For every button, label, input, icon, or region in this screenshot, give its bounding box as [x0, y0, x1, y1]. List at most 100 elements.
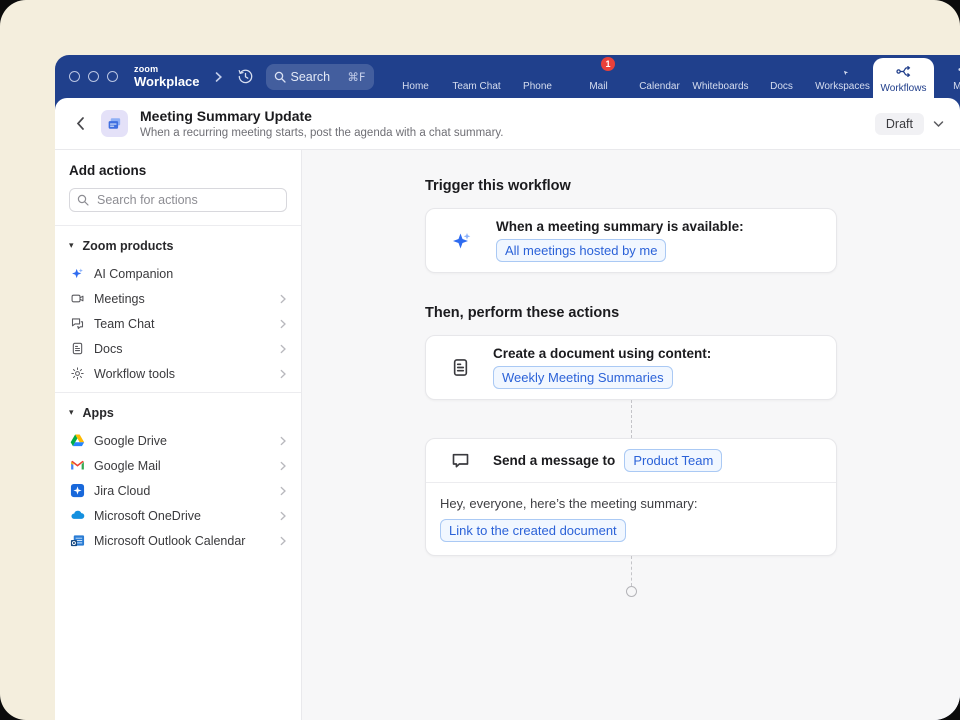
nav-team-chat[interactable]: Team Chat — [446, 55, 507, 98]
caret-down-icon: ▾ — [69, 241, 74, 251]
action-title: Create a document using content: — [493, 346, 711, 361]
item-label: Microsoft OneDrive — [94, 509, 201, 523]
screen: zoom Workplace Search ⌘F — [0, 0, 960, 720]
page-subtitle: When a recurring meeting starts, post th… — [140, 127, 504, 139]
window-dot[interactable] — [69, 71, 80, 82]
zoom-workplace-logo: zoom Workplace — [134, 65, 200, 88]
item-label: Meetings — [94, 292, 145, 306]
nav-label: Mail — [589, 81, 607, 92]
calendar-icon — [651, 61, 668, 78]
nav-whiteboards[interactable]: Whiteboards — [690, 55, 751, 98]
recipient-pill[interactable]: Product Team — [624, 449, 722, 472]
nav-label: Workspaces — [815, 81, 870, 92]
top-bar: zoom Workplace Search ⌘F — [55, 55, 960, 98]
window-dot[interactable] — [107, 71, 118, 82]
search-label: Search — [291, 70, 331, 84]
chevron-right-icon — [279, 294, 287, 304]
app-window: zoom Workplace Search ⌘F — [55, 55, 960, 720]
message-icon — [450, 450, 471, 471]
item-label: Microsoft Outlook Calendar — [94, 534, 245, 548]
sidebar-item-jira-cloud[interactable]: Jira Cloud — [55, 478, 301, 503]
section-zoom-products[interactable]: ▾ Zoom products — [55, 226, 301, 261]
chevron-right-icon — [279, 536, 287, 546]
action-card-send-message[interactable]: Send a message to Product Team Hey, ever… — [425, 438, 837, 556]
chevron-down-icon[interactable] — [933, 120, 944, 128]
nav-more[interactable]: More — [934, 55, 960, 98]
window-dot[interactable] — [88, 71, 99, 82]
nav-workspaces[interactable]: Workspaces — [812, 55, 873, 98]
onedrive-icon — [69, 508, 85, 523]
chevron-right-icon — [279, 486, 287, 496]
back-button[interactable] — [75, 116, 85, 131]
actions-heading: Then, perform these actions — [425, 305, 837, 321]
workflow-canvas: Trigger this workflow When a meeting sum… — [302, 150, 960, 720]
sidebar-item-google-mail[interactable]: Google Mail — [55, 453, 301, 478]
trigger-title: When a meeting summary is available: — [496, 219, 744, 234]
logo-zoom: zoom — [134, 65, 200, 74]
section-label: Apps — [83, 406, 114, 420]
sidebar-item-docs[interactable]: Docs — [55, 336, 301, 361]
google-mail-icon — [69, 458, 85, 473]
nav-phone[interactable]: Phone — [507, 55, 568, 98]
window-controls[interactable] — [69, 71, 118, 82]
chevron-right-icon — [279, 461, 287, 471]
sidebar-item-microsoft-outlook-calendar[interactable]: Microsoft Outlook Calendar — [55, 528, 301, 553]
sidebar-item-ai-companion[interactable]: AI Companion — [55, 261, 301, 286]
workflow-titles: Meeting Summary Update When a recurring … — [140, 108, 504, 139]
document-link-pill[interactable]: Link to the created document — [440, 519, 626, 542]
document-content-pill[interactable]: Weekly Meeting Summaries — [493, 366, 673, 389]
action-card-create-document[interactable]: Create a document using content: Weekly … — [425, 335, 837, 400]
workspaces-icon — [834, 61, 851, 78]
workflow-content: Trigger this workflow When a meeting sum… — [425, 178, 837, 597]
item-label: Workflow tools — [94, 367, 175, 381]
global-search[interactable]: Search ⌘F — [266, 64, 374, 90]
nav-mail[interactable]: 1 Mail — [568, 55, 629, 98]
nav-home[interactable]: Home — [385, 55, 446, 98]
chevron-right-icon — [279, 511, 287, 521]
workflows-icon — [895, 63, 912, 80]
docs-icon — [69, 341, 85, 356]
sidebar-item-workflow-tools[interactable]: Workflow tools — [55, 361, 301, 386]
actions-search[interactable] — [69, 188, 287, 212]
google-drive-icon — [69, 433, 85, 448]
trigger-scope-pill[interactable]: All meetings hosted by me — [496, 239, 666, 262]
sidebar-title: Add actions — [69, 163, 287, 178]
item-label: Team Chat — [94, 317, 154, 331]
sidebar-item-team-chat[interactable]: Team Chat — [55, 311, 301, 336]
trigger-card[interactable]: When a meeting summary is available: All… — [425, 208, 837, 273]
nav-label: Docs — [770, 81, 793, 92]
search-shortcut: ⌘F — [347, 70, 365, 84]
sidebar-item-google-drive[interactable]: Google Drive — [55, 428, 301, 453]
search-input[interactable] — [95, 192, 279, 208]
message-body[interactable]: Hey, everyone, here’s the meeting summar… — [426, 483, 836, 555]
nav-calendar[interactable]: Calendar — [629, 55, 690, 98]
nav-label: More — [953, 81, 960, 92]
top-bar-left: zoom Workplace Search ⌘F — [55, 55, 385, 98]
item-label: Docs — [94, 342, 122, 356]
nav-workflows[interactable]: Workflows — [873, 58, 934, 98]
chevron-right-icon — [279, 436, 287, 446]
chevron-left-icon — [75, 116, 85, 131]
logo-workplace: Workplace — [134, 75, 200, 88]
nav-label: Calendar — [639, 81, 680, 92]
item-label: Google Mail — [94, 459, 161, 473]
history-icon[interactable] — [237, 68, 254, 85]
home-icon — [407, 61, 424, 78]
item-label: AI Companion — [94, 267, 173, 281]
workflow-avatar-icon — [101, 110, 128, 137]
phone-icon — [529, 61, 546, 78]
workflow-connector — [631, 400, 632, 438]
workflow-end-node[interactable] — [626, 586, 637, 597]
main-panel: Meeting Summary Update When a recurring … — [55, 98, 960, 720]
nav-docs[interactable]: Docs — [751, 55, 812, 98]
sidebar-item-microsoft-onedrive[interactable]: Microsoft OneDrive — [55, 503, 301, 528]
section-label: Zoom products — [83, 239, 174, 253]
status-badge[interactable]: Draft — [875, 113, 924, 135]
search-icon — [77, 194, 89, 206]
team-chat-icon — [468, 61, 485, 78]
sidebar-item-meetings[interactable]: Meetings — [55, 286, 301, 311]
chevron-right-icon[interactable] — [214, 71, 223, 83]
mail-badge: 1 — [601, 57, 615, 71]
ai-companion-icon — [69, 266, 85, 281]
section-apps[interactable]: ▾ Apps — [55, 393, 301, 428]
